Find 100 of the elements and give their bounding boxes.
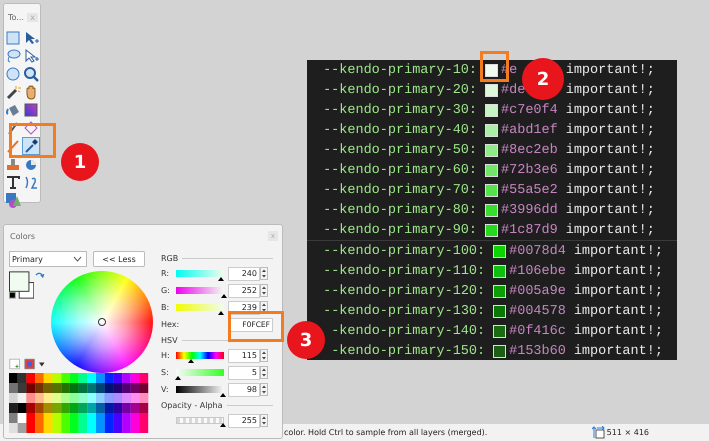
color-swatch[interactable]: [485, 104, 498, 116]
slider-thumb-icon[interactable]: [220, 423, 226, 427]
zoom-icon: [23, 66, 39, 82]
hex-value: #1c87d9: [501, 222, 558, 238]
important-keyword: important!;: [566, 62, 655, 78]
variable-name: -kendo-primary-150:: [330, 344, 486, 358]
important-keyword: important!;: [566, 122, 655, 138]
variable-name: --kendo-primary-60:: [322, 162, 478, 178]
color-swatch[interactable]: [485, 84, 498, 96]
color-swatch[interactable]: [493, 324, 506, 338]
text-tool[interactable]: [4, 173, 22, 191]
section-heading: RGB: [161, 254, 178, 262]
variable-name: --kendo-primary-50:: [322, 142, 478, 158]
status-hint: color. Hold Ctrl to sample from all layers (merged).: [284, 428, 488, 437]
ellipse-select-tool[interactable]: [4, 65, 22, 83]
channel-label: H:: [161, 351, 171, 360]
rectangle-select-icon: [5, 30, 21, 46]
color-swatch[interactable]: [485, 124, 498, 136]
palette-drawing[interactable]: [9, 373, 149, 433]
color-swatch[interactable]: [485, 64, 498, 76]
gradient-icon: [23, 102, 39, 118]
variable-name: --kendo-primary-110:: [322, 264, 486, 278]
section-heading: Opacity - Alpha: [161, 400, 222, 410]
hex-value: #004578: [509, 304, 566, 318]
variable-name: --kendo-primary-30:: [322, 102, 478, 118]
hex-value: #153b60: [509, 344, 566, 358]
spinner-icon[interactable]: [260, 267, 268, 280]
slider-thumb-icon[interactable]: [220, 294, 227, 298]
important-keyword: important!;: [566, 222, 655, 238]
hex-value: #0f416c: [509, 324, 566, 338]
highlight-frame: [9, 123, 56, 158]
gradient-tool[interactable]: [22, 101, 40, 119]
important-keyword: important!;: [566, 162, 655, 178]
color-swatch[interactable]: [485, 224, 498, 236]
slider-thumb-icon[interactable]: [220, 393, 226, 397]
number-field[interactable]: 5: [228, 366, 260, 380]
image-size: 511 × 416: [606, 428, 649, 437]
spinner-icon[interactable]: [260, 349, 268, 362]
add-color-icon[interactable]: [9, 357, 20, 371]
important-keyword: important!;: [574, 264, 663, 278]
important-keyword: important!;: [566, 202, 655, 218]
important-keyword: important!;: [574, 344, 663, 358]
number-field[interactable]: 98: [228, 382, 260, 396]
opacity-slider[interactable]: [176, 417, 224, 424]
channel-label: G:: [161, 286, 171, 295]
channel-label: R:: [161, 269, 170, 278]
color-swatch[interactable]: [493, 344, 506, 358]
color-picker-tool[interactable]: [22, 137, 40, 155]
variable-name: --kendo-primary-10:: [322, 62, 478, 78]
hex-value: #0078d4: [509, 244, 566, 258]
important-keyword: important!;: [574, 244, 663, 258]
color-swatches-drawing[interactable]: [9, 271, 34, 299]
hex-value: #72b3e6: [501, 162, 558, 178]
number-field[interactable]: 115: [228, 348, 260, 362]
step-badge: 3: [287, 321, 325, 359]
ellipse-select-icon: [5, 66, 21, 82]
highlight-frame: [228, 311, 284, 342]
number-field[interactable]: 255: [228, 414, 260, 428]
rectangle-select-tool[interactable]: [4, 29, 22, 47]
color-swatch[interactable]: [493, 304, 506, 318]
pencil-icon: [5, 138, 21, 154]
color-swatch[interactable]: [493, 284, 506, 298]
number-field[interactable]: 252: [228, 284, 260, 298]
color-swatch[interactable]: [493, 244, 506, 258]
color-swatch[interactable]: [493, 264, 506, 278]
color-mode-dropdown[interactable]: Primary: [9, 251, 87, 267]
eraser-icon: [23, 120, 39, 136]
color-swatch[interactable]: [485, 204, 498, 216]
color-swatch[interactable]: [485, 144, 498, 156]
spinner-icon[interactable]: [260, 284, 268, 297]
text-icon: [5, 174, 21, 190]
hex-value: #abd1ef: [501, 122, 558, 138]
step-badge: 1: [61, 143, 99, 181]
hex-label: Hex:: [161, 320, 180, 329]
swap-icon[interactable]: [35, 271, 45, 281]
important-keyword: important!;: [574, 324, 663, 338]
spinner-icon[interactable]: [260, 414, 268, 427]
color-swatch[interactable]: [485, 184, 498, 196]
channel-label: V:: [161, 385, 170, 394]
dropdown-arrow-icon[interactable]: [39, 362, 45, 366]
spinner-icon[interactable]: [260, 383, 268, 396]
channel-label: B:: [161, 303, 170, 312]
palette-icon[interactable]: [24, 357, 36, 371]
less-button[interactable]: << Less: [93, 251, 145, 267]
move-arrow-icon: [23, 30, 39, 46]
eraser-tool[interactable]: [22, 119, 40, 137]
lasso-icon: [5, 48, 21, 64]
spinner-icon[interactable]: [260, 366, 268, 379]
wand-tool[interactable]: [4, 83, 22, 101]
shapes-tool[interactable]: [4, 191, 22, 209]
shapes-icon: [5, 192, 21, 208]
color-swatch[interactable]: [485, 164, 498, 176]
zoom-tool[interactable]: [22, 65, 40, 83]
number-field[interactable]: 240: [228, 266, 260, 280]
hex-value: #106ebe: [509, 264, 566, 278]
image-size-icon: [592, 426, 605, 439]
variable-name: --kendo-primary-20:: [322, 82, 478, 98]
variable-name: --kendo-primary-70:: [322, 182, 478, 198]
important-keyword: important!;: [566, 142, 655, 158]
variable-name: -kendo-primary-140:: [330, 324, 486, 338]
